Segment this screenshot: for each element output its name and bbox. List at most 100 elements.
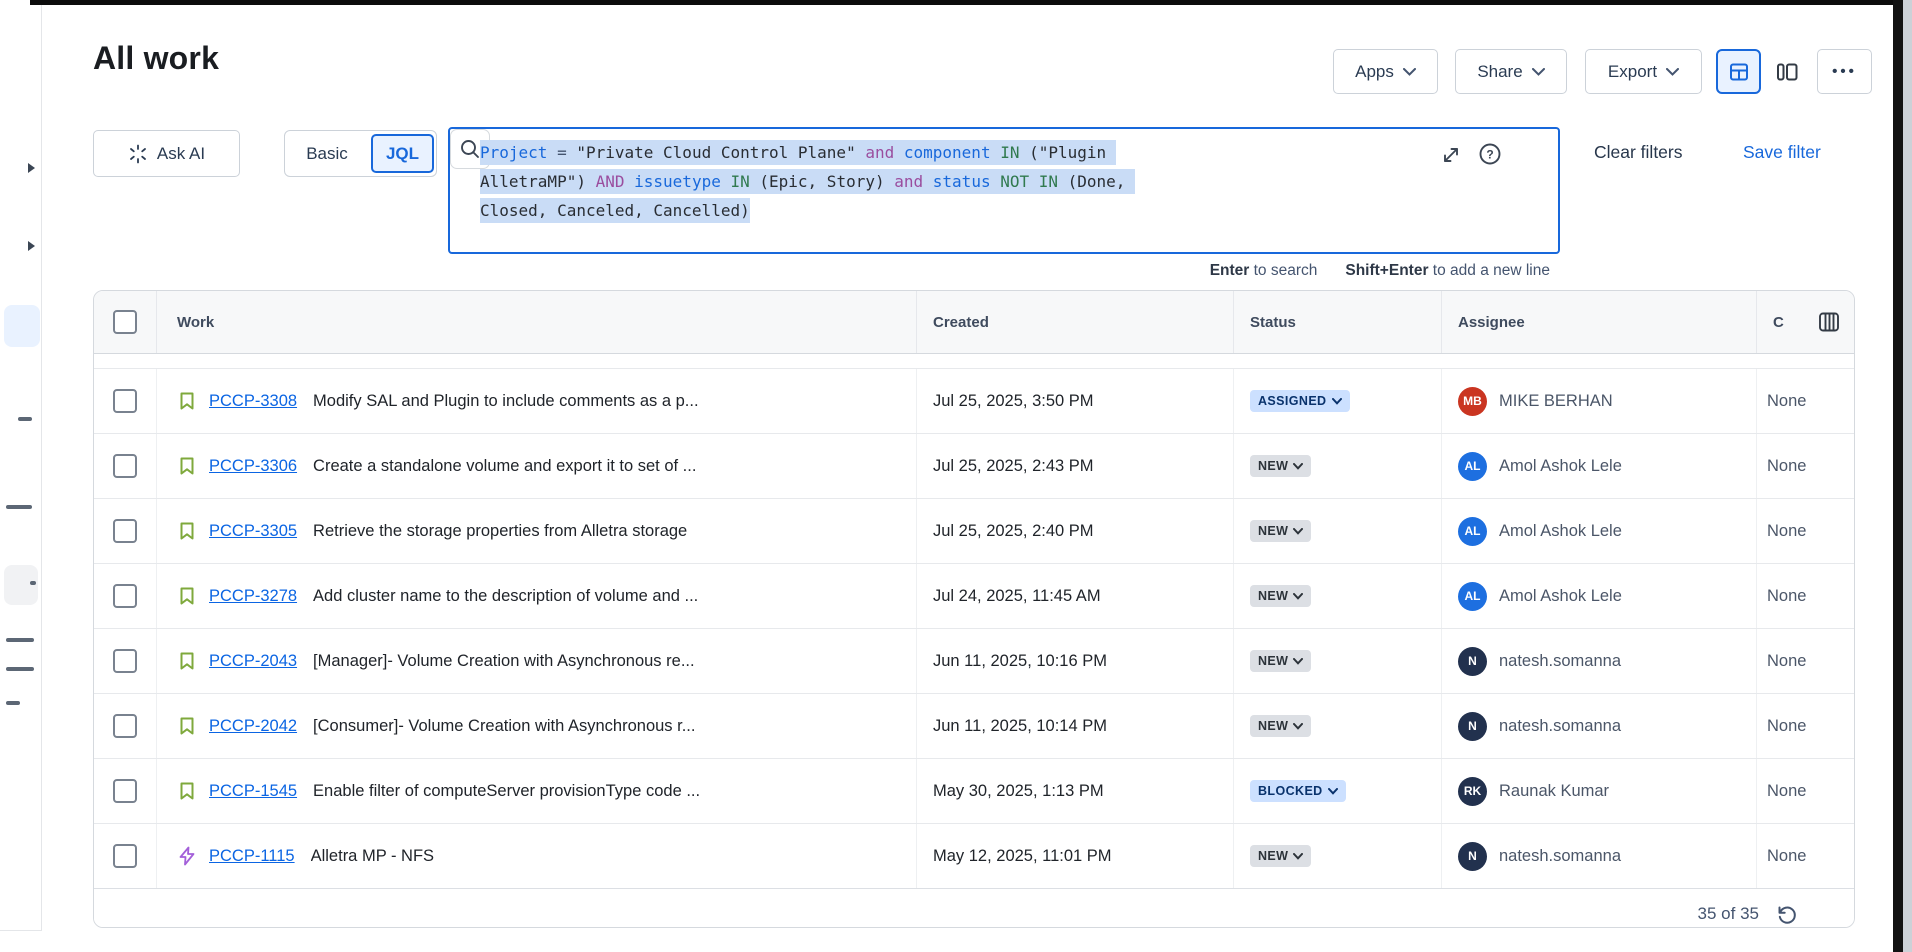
- table-body: PCCP-3308 Modify SAL and Plugin to inclu…: [94, 369, 1854, 888]
- status-badge[interactable]: BLOCKED: [1250, 780, 1346, 802]
- issue-key-link[interactable]: PCCP-3278: [209, 587, 297, 606]
- sidebar-item-fragment: [6, 638, 34, 642]
- assignee-name: MIKE BERHAN: [1499, 392, 1613, 411]
- issue-summary[interactable]: Retrieve the storage properties from All…: [313, 522, 687, 541]
- export-button[interactable]: Export: [1585, 49, 1702, 94]
- issue-summary[interactable]: Add cluster name to the description of v…: [313, 587, 698, 606]
- table-header-row: Work Created Status Assignee C: [94, 291, 1854, 354]
- jql-query-text[interactable]: Project = "Private Cloud Control Plane" …: [480, 138, 1140, 225]
- row-checkbox[interactable]: [113, 584, 137, 608]
- table-footer: 35 of 35: [94, 888, 1854, 928]
- sidebar-item-fragment: [6, 505, 32, 509]
- table-view-toggle-button[interactable]: [1716, 49, 1761, 94]
- column-header-assignee[interactable]: Assignee: [1441, 291, 1756, 353]
- column-header-truncated[interactable]: C: [1756, 291, 1854, 353]
- row-checkbox[interactable]: [113, 389, 137, 413]
- table-row[interactable]: PCCP-1115 Alletra MP - NFS May 12, 2025,…: [94, 824, 1854, 888]
- table-row[interactable]: PCCP-3278 Add cluster name to the descri…: [94, 564, 1854, 629]
- issue-summary[interactable]: Alletra MP - NFS: [311, 847, 434, 866]
- issue-summary[interactable]: Enable filter of computeServer provision…: [313, 782, 700, 801]
- issue-summary[interactable]: Create a standalone volume and export it…: [313, 457, 696, 476]
- status-badge[interactable]: ASSIGNED: [1250, 390, 1350, 412]
- status-label: NEW: [1258, 849, 1288, 863]
- story-icon: [177, 586, 197, 606]
- sidebar-sliver: [0, 5, 42, 931]
- avatar[interactable]: MB: [1458, 387, 1487, 416]
- row-checkbox[interactable]: [113, 519, 137, 543]
- table-row[interactable]: PCCP-2042 [Consumer]- Volume Creation wi…: [94, 694, 1854, 759]
- truncated-column-cell: None: [1756, 759, 1854, 823]
- table-row[interactable]: PCCP-1545 Enable filter of computeServer…: [94, 759, 1854, 824]
- issue-key-link[interactable]: PCCP-3305: [209, 522, 297, 541]
- status-badge[interactable]: NEW: [1250, 585, 1311, 607]
- status-cell: NEW: [1233, 694, 1441, 758]
- sidebar-selected-item[interactable]: [4, 305, 40, 347]
- row-checkbox[interactable]: [113, 649, 137, 673]
- detail-view-icon: [1775, 61, 1799, 83]
- status-badge[interactable]: NEW: [1250, 715, 1311, 737]
- status-badge[interactable]: NEW: [1250, 455, 1311, 477]
- column-header-status[interactable]: Status: [1233, 291, 1441, 353]
- issue-key-link[interactable]: PCCP-2042: [209, 717, 297, 736]
- avatar[interactable]: AL: [1458, 452, 1487, 481]
- help-icon[interactable]: ?: [1478, 142, 1502, 166]
- avatar[interactable]: AL: [1458, 582, 1487, 611]
- ask-ai-button[interactable]: Ask AI: [93, 130, 240, 177]
- created-cell: Jul 25, 2025, 2:40 PM: [916, 499, 1233, 563]
- column-header-created[interactable]: Created: [916, 291, 1233, 353]
- row-checkbox[interactable]: [113, 779, 137, 803]
- status-badge[interactable]: NEW: [1250, 845, 1311, 867]
- issue-summary[interactable]: [Consumer]- Volume Creation with Asynchr…: [313, 717, 695, 736]
- issue-key-link[interactable]: PCCP-2043: [209, 652, 297, 671]
- table-row[interactable]: PCCP-3308 Modify SAL and Plugin to inclu…: [94, 369, 1854, 434]
- issue-key-link[interactable]: PCCP-1545: [209, 782, 297, 801]
- avatar[interactable]: AL: [1458, 517, 1487, 546]
- save-filter-button[interactable]: Save filter: [1743, 142, 1821, 163]
- story-icon: [177, 456, 197, 476]
- apps-button[interactable]: Apps: [1333, 49, 1438, 94]
- expand-editor-icon[interactable]: [1440, 144, 1462, 166]
- column-header-work[interactable]: Work: [156, 291, 916, 353]
- assignee-cell: MB MIKE BERHAN: [1441, 369, 1756, 433]
- row-select-cell: [94, 824, 156, 888]
- status-badge[interactable]: NEW: [1250, 650, 1311, 672]
- issue-summary[interactable]: Modify SAL and Plugin to include comment…: [313, 392, 699, 411]
- chevron-down-icon: [1328, 788, 1338, 795]
- row-checkbox[interactable]: [113, 844, 137, 868]
- work-cell: PCCP-3305 Retrieve the storage propertie…: [156, 499, 916, 563]
- created-cell: May 30, 2025, 1:13 PM: [916, 759, 1233, 823]
- sidebar-expand-arrow-icon[interactable]: [28, 163, 35, 173]
- refresh-button[interactable]: [1775, 903, 1798, 926]
- jql-input[interactable]: Project = "Private Cloud Control Plane" …: [448, 127, 1560, 254]
- avatar[interactable]: N: [1458, 712, 1487, 741]
- basic-mode-tab[interactable]: Basic: [285, 144, 369, 164]
- table-row[interactable]: PCCP-3305 Retrieve the storage propertie…: [94, 499, 1854, 564]
- table-row[interactable]: PCCP-2043 [Manager]- Volume Creation wit…: [94, 629, 1854, 694]
- issue-summary[interactable]: [Manager]- Volume Creation with Asynchro…: [313, 652, 695, 671]
- avatar[interactable]: N: [1458, 842, 1487, 871]
- issue-key-link[interactable]: PCCP-3308: [209, 392, 297, 411]
- status-badge[interactable]: NEW: [1250, 520, 1311, 542]
- chevron-down-icon: [1293, 853, 1303, 860]
- row-checkbox[interactable]: [113, 714, 137, 738]
- avatar[interactable]: N: [1458, 647, 1487, 676]
- table-row[interactable]: PCCP-3306 Create a standalone volume and…: [94, 434, 1854, 499]
- share-button[interactable]: Share: [1455, 49, 1567, 94]
- sidebar-hovered-item[interactable]: [4, 565, 38, 605]
- more-actions-button[interactable]: •••: [1817, 49, 1872, 94]
- issue-key-link[interactable]: PCCP-3306: [209, 457, 297, 476]
- select-all-checkbox[interactable]: [113, 310, 137, 334]
- sidebar-expand-arrow-icon[interactable]: [28, 241, 35, 251]
- jql-mode-tab[interactable]: JQL: [371, 134, 434, 173]
- issue-key-link[interactable]: PCCP-1115: [209, 847, 295, 866]
- columns-settings-icon[interactable]: [1816, 309, 1842, 335]
- avatar[interactable]: RK: [1458, 777, 1487, 806]
- row-checkbox[interactable]: [113, 454, 137, 478]
- clear-filters-button[interactable]: Clear filters: [1594, 142, 1683, 163]
- detail-view-toggle-button[interactable]: [1765, 49, 1809, 94]
- row-select-cell: [94, 369, 156, 433]
- work-cell: PCCP-1115 Alletra MP - NFS: [156, 824, 916, 888]
- story-icon: [177, 716, 197, 736]
- chevron-down-icon: [1532, 68, 1545, 76]
- select-all-cell: [94, 291, 156, 353]
